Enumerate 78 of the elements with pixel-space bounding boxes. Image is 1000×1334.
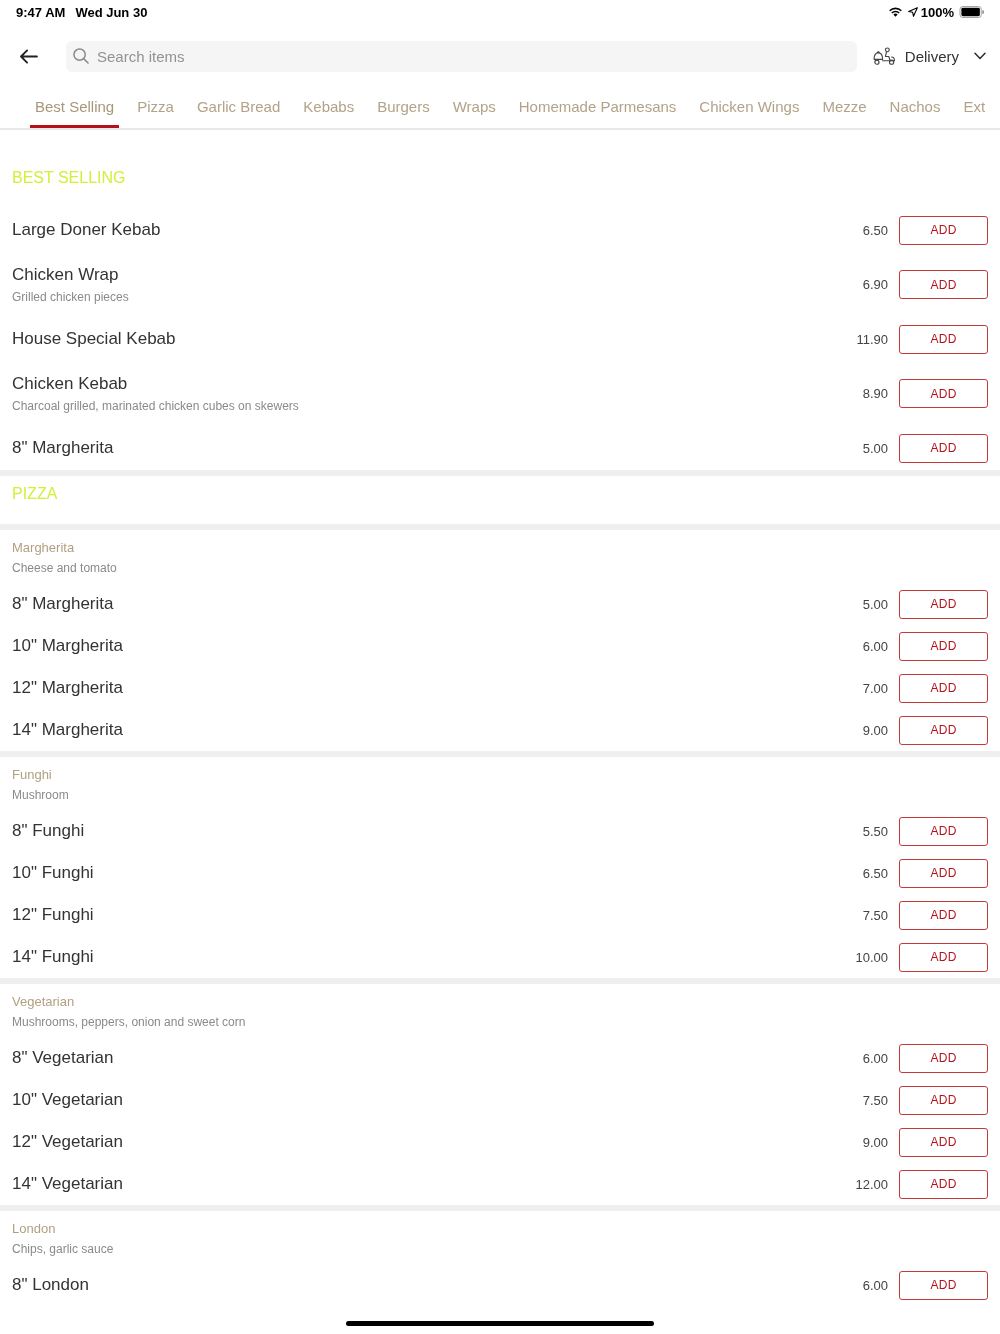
item-price: 12.00 [855, 1176, 888, 1192]
add-button[interactable]: ADD [899, 215, 988, 245]
item-name: Chicken Wrap [12, 263, 119, 286]
item-name: 8" Margherita [12, 593, 114, 615]
item-name: House Special Kebab [12, 328, 176, 350]
subcategory-description: Mushrooms, peppers, onion and sweet corn [12, 1014, 246, 1031]
add-button[interactable]: ADD [899, 900, 988, 930]
add-button[interactable]: ADD [899, 379, 988, 408]
item-price: 5.00 [862, 596, 888, 612]
add-button[interactable]: ADD [899, 715, 988, 745]
add-button[interactable]: ADD [899, 673, 988, 703]
item-price: 6.90 [862, 277, 888, 292]
back-arrow-icon[interactable] [19, 48, 38, 64]
add-button[interactable]: ADD [899, 270, 988, 299]
item-price: 10.00 [855, 949, 888, 965]
add-button[interactable]: ADD [899, 1127, 988, 1157]
item-name: 8" Funghi [12, 820, 85, 842]
scooter-icon [872, 47, 896, 65]
item-price: 7.50 [862, 1092, 888, 1108]
item-description: Charcoal grilled, marinated chicken cubes on skewers [12, 397, 299, 415]
add-button[interactable]: ADD [899, 589, 988, 619]
item-name: 14" Margherita [12, 719, 123, 741]
item-name: Large Doner Kebab [12, 219, 161, 241]
battery-percent: 100% [920, 4, 954, 20]
item-price: 5.00 [862, 440, 888, 456]
add-button[interactable]: ADD [899, 1043, 988, 1073]
add-button[interactable]: ADD [899, 433, 988, 463]
status-time: 9:47 AM [16, 4, 66, 20]
search-field[interactable]: Search items [66, 40, 857, 72]
item-description: Grilled chicken pieces [12, 288, 129, 306]
item-price: 6.00 [862, 1050, 888, 1066]
item-price: 6.50 [862, 222, 888, 238]
add-button[interactable]: ADD [899, 858, 988, 888]
subcategory-title: London [12, 1220, 56, 1238]
item-name: 8" Vegetarian [12, 1047, 114, 1069]
add-button[interactable]: ADD [899, 1169, 988, 1199]
add-button[interactable]: ADD [899, 324, 988, 354]
status-date: Wed Jun 30 [75, 4, 148, 20]
add-button[interactable]: ADD [899, 631, 988, 661]
wifi-icon [887, 7, 903, 17]
delivery-mode-button[interactable]: Delivery [872, 40, 986, 72]
item-name: 14" Vegetarian [12, 1173, 123, 1195]
item-name: 10" Funghi [12, 862, 94, 884]
subcategory-title: Vegetarian [12, 993, 75, 1011]
item-name: 12" Funghi [12, 904, 94, 926]
add-button[interactable]: ADD [899, 816, 988, 846]
item-price: 11.90 [856, 331, 888, 347]
subcategory-description: Mushroom [12, 787, 69, 804]
item-name: 8" London [12, 1274, 89, 1296]
location-arrow-icon [907, 7, 918, 17]
search-icon [73, 47, 89, 64]
section-title: BEST SELLING [12, 168, 126, 188]
subcategory-title: Margherita [12, 539, 75, 557]
item-name: 10" Margherita [12, 635, 123, 657]
subcategory-description: Cheese and tomato [12, 560, 117, 577]
item-price: 6.00 [862, 1277, 888, 1293]
item-name: 12" Margherita [12, 677, 123, 699]
item-price: 6.50 [862, 865, 888, 881]
add-button[interactable]: ADD [899, 1085, 988, 1115]
add-button[interactable]: ADD [899, 942, 988, 972]
item-name: 14" Funghi [12, 946, 94, 968]
item-price: 9.00 [862, 722, 888, 738]
subcategory-title: Funghi [12, 766, 52, 784]
item-price: 9.00 [862, 1134, 888, 1150]
subcategory-description: Chips, garlic sauce [12, 1241, 114, 1258]
item-name: 10" Vegetarian [12, 1089, 123, 1111]
item-price: 7.50 [862, 907, 888, 923]
section-title: PIZZA [12, 484, 58, 504]
item-price: 7.00 [862, 680, 888, 696]
item-price: 6.00 [862, 638, 888, 654]
item-name: Chicken Kebab [12, 372, 128, 395]
item-name: 12" Vegetarian [12, 1131, 123, 1153]
item-price: 5.50 [862, 823, 888, 839]
chevron-down-icon [974, 52, 986, 60]
battery-icon [959, 6, 985, 18]
item-name: 8" Margherita [12, 437, 114, 459]
add-button[interactable]: ADD [899, 1270, 988, 1300]
item-price: 8.90 [862, 386, 888, 401]
